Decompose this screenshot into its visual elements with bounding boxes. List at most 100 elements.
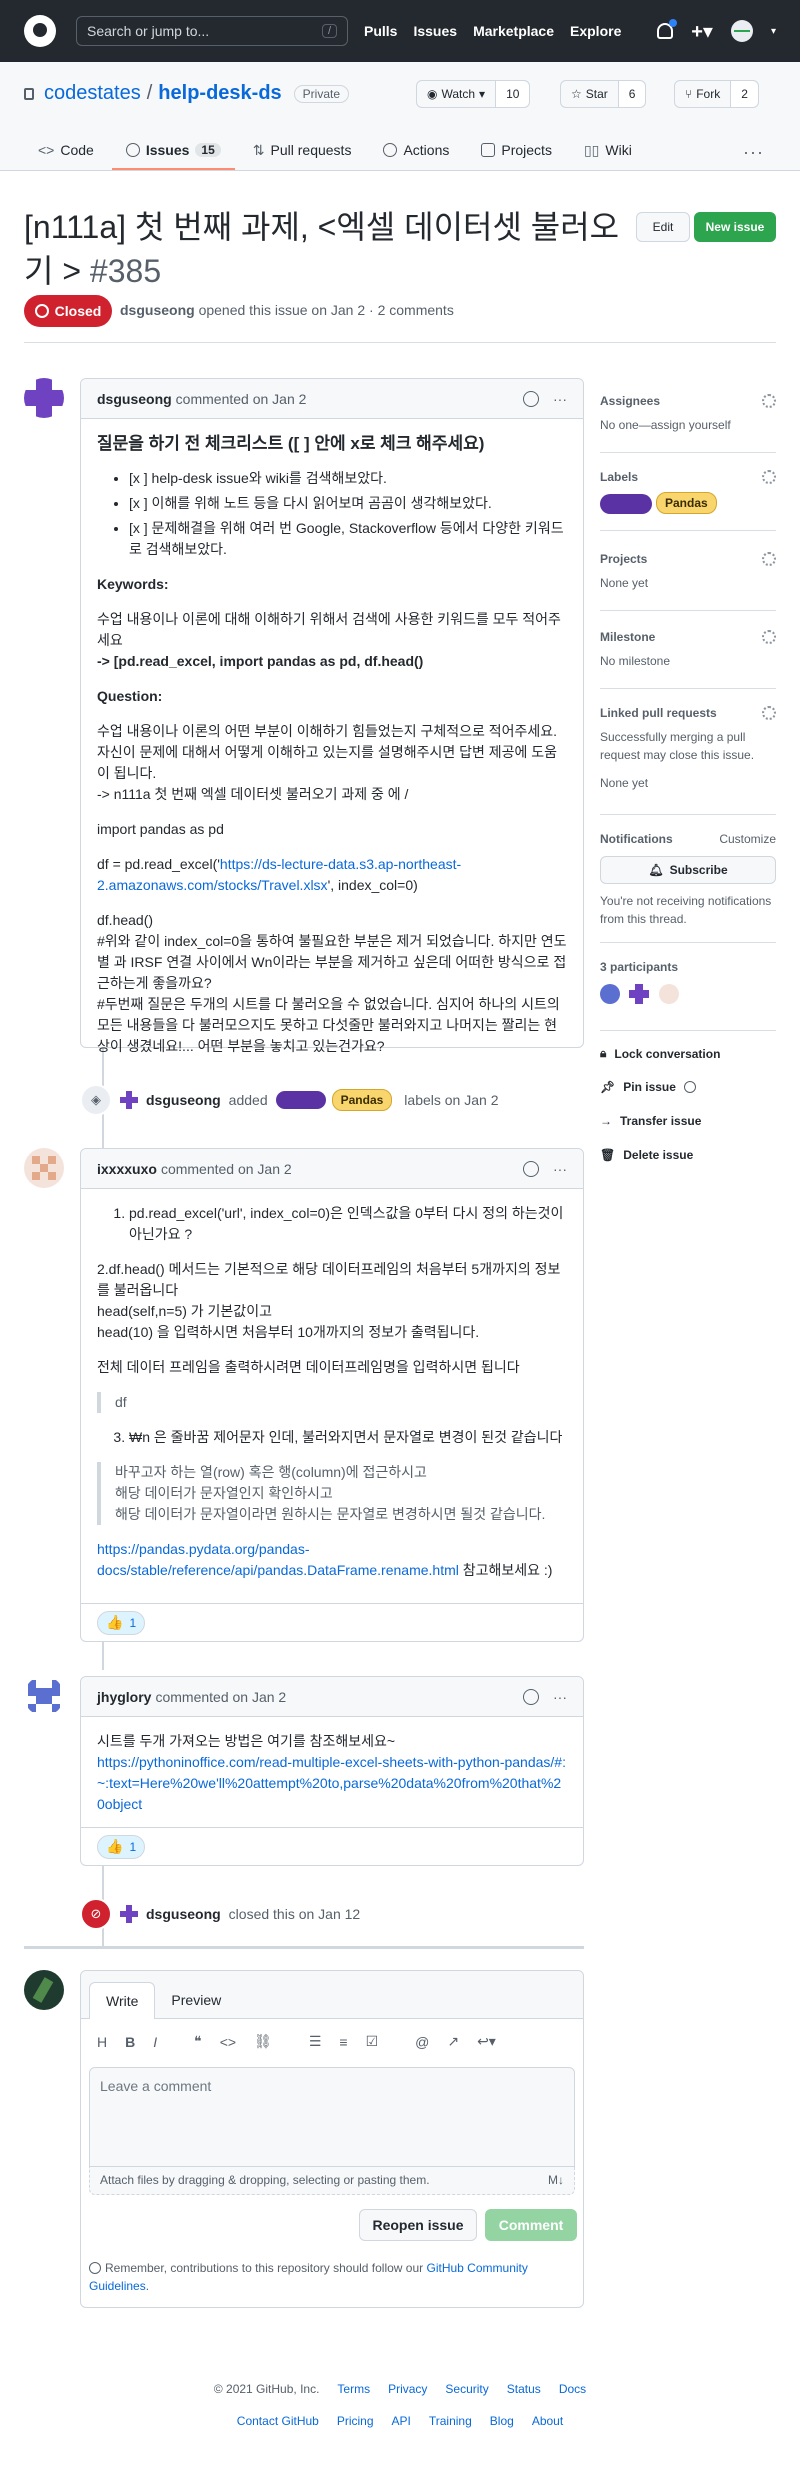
event-author-link[interactable]: dsguseong [146,1092,221,1108]
plus-dropdown[interactable]: +▾ [691,19,713,44]
attach-files-area[interactable]: Attach files by dragging & dropping, sel… [89,2167,575,2195]
smiley-icon[interactable] [523,1688,539,1705]
footer-link-contact[interactable]: Contact GitHub [237,2414,319,2428]
info-icon[interactable] [683,1081,696,1093]
watch-button[interactable]: ◉ Watch ▾ [417,81,497,107]
quote-icon[interactable]: ❝ [194,2033,202,2050]
milestone-title[interactable]: Milestone [600,628,776,646]
watch-count[interactable]: 10 [496,81,530,107]
tab-projects[interactable]: Projects [467,130,566,170]
kebab-menu-icon[interactable]: ··· [553,1689,567,1705]
fork-count[interactable]: 2 [731,81,758,107]
comment-timestamp[interactable]: commented on Jan 2 [176,391,307,407]
subscribe-button[interactable]: 🔔︎ Subscribe [600,856,776,884]
gear-icon[interactable] [762,470,776,484]
fork-button[interactable]: ⑂ Fork [675,81,732,107]
assignees-title[interactable]: Assignees [600,392,776,410]
nav-marketplace[interactable]: Marketplace [473,23,554,39]
label-badge-purple[interactable] [600,493,652,514]
heading-icon[interactable]: H [97,2034,107,2050]
gear-icon[interactable] [762,394,776,408]
comment-author-link[interactable]: ixxxxuxo [97,1161,157,1177]
customize-link[interactable]: Customize [719,830,776,848]
tab-issues[interactable]: Issues 15 [111,130,235,170]
gear-icon[interactable] [762,630,776,644]
comment-timestamp[interactable]: commented on Jan 2 [161,1161,292,1177]
new-issue-button[interactable]: New issue [694,212,776,242]
participant-avatar[interactable] [600,984,620,1004]
footer-link-security[interactable]: Security [445,2382,488,2396]
edit-title-button[interactable]: Edit [636,212,690,242]
footer-link-pricing[interactable]: Pricing [337,2414,374,2428]
footer-link-about[interactable]: About [532,2414,563,2428]
participant-avatar[interactable] [629,984,650,1004]
nav-pulls[interactable]: Pulls [364,23,397,39]
footer-link-terms[interactable]: Terms [337,2382,370,2396]
gear-icon[interactable] [762,706,776,720]
kebab-menu-icon[interactable]: ··· [553,1161,567,1177]
user-avatar[interactable] [730,20,753,42]
nav-issues[interactable]: Issues [413,23,457,39]
tab-actions[interactable]: Actions [369,130,463,170]
issue-author-link[interactable]: dsguseong [120,302,195,318]
smiley-icon[interactable] [523,1160,539,1177]
label-badge-pandas[interactable]: Pandas [656,492,717,514]
bold-icon[interactable]: B [125,2034,135,2050]
pin-issue-button[interactable]: 📌︎ Pin issue [600,1080,700,1094]
star-count[interactable]: 6 [618,81,646,107]
projects-title[interactable]: Projects [600,550,776,568]
pandas-docs-link[interactable]: https://pandas.pydata.org/pandas-docs/st… [97,1541,459,1578]
search-input[interactable]: Search or jump to... / [76,16,348,46]
footer-link-blog[interactable]: Blog [490,2414,514,2428]
comment-timestamp[interactable]: commented on Jan 2 [155,1689,286,1705]
kebab-menu-icon[interactable]: ··· [553,391,567,407]
repo-owner-link[interactable]: codestates [44,82,141,105]
repo-name-link[interactable]: help-desk-ds [158,82,281,105]
italic-icon[interactable]: I [153,2034,157,2050]
task-list-icon[interactable]: ☑ [366,2033,379,2050]
lock-conversation-button[interactable]: 🔒︎ Lock conversation [600,1046,720,1061]
avatar[interactable] [24,1676,64,1716]
tab-code[interactable]: <> Code [24,130,108,170]
footer-link-api[interactable]: API [392,2414,411,2428]
reply-icon[interactable]: ↩▾ [477,2033,496,2050]
footer-link-status[interactable]: Status [507,2382,541,2396]
reopen-issue-button[interactable]: Reopen issue [359,2209,477,2241]
avatar[interactable] [24,1970,64,2010]
bullet-list-icon[interactable]: ☰ [309,2033,322,2050]
assignees-value[interactable]: No one—assign yourself [600,416,776,434]
label-badge-purple[interactable] [275,1091,326,1109]
delete-issue-button[interactable]: 🗑︎ Delete issue [600,1148,693,1162]
bell-icon[interactable] [657,19,678,39]
tab-wiki[interactable]: ▯▯ Wiki [570,130,646,170]
code-icon[interactable]: <> [220,2034,236,2050]
kebab-menu-icon[interactable]: ··· [743,142,764,163]
nav-explore[interactable]: Explore [570,23,621,39]
avatar[interactable] [120,1905,138,1923]
comment-button[interactable]: Comment [485,2209,577,2241]
participant-avatar[interactable] [658,984,679,1004]
thumbs-up-reaction[interactable]: 👍 1 [97,1610,146,1635]
footer-link-training[interactable]: Training [429,2414,472,2428]
cross-reference-icon[interactable]: ↗ [447,2033,459,2050]
transfer-issue-button[interactable]: → Transfer issue [600,1114,701,1128]
tab-write[interactable]: Write [89,1982,156,2019]
thumbs-up-reaction[interactable]: 👍 1 [97,1834,146,1859]
link-icon[interactable]: ⛓ [254,2033,272,2050]
footer-link-privacy[interactable]: Privacy [388,2382,427,2396]
star-button[interactable]: ☆ Star [561,81,619,107]
comment-textarea[interactable]: Leave a comment [89,2067,575,2167]
mention-icon[interactable]: @ [415,2034,429,2050]
smiley-icon[interactable] [523,390,539,407]
avatar[interactable] [120,1091,138,1109]
pythoninoffice-link[interactable]: https://pythoninoffice.com/read-multiple… [97,1754,566,1812]
chevron-down-icon[interactable]: ▾ [771,26,776,37]
event-author-link[interactable]: dsguseong [146,1906,221,1922]
github-logo-icon[interactable] [24,15,56,47]
numbered-list-icon[interactable]: ≡ [339,2034,347,2050]
linked-prs-title[interactable]: Linked pull requests [600,704,776,722]
comment-author-link[interactable]: dsguseong [97,391,172,407]
tab-preview[interactable]: Preview [155,1982,237,2018]
avatar[interactable] [24,1148,64,1188]
gear-icon[interactable] [762,552,776,566]
